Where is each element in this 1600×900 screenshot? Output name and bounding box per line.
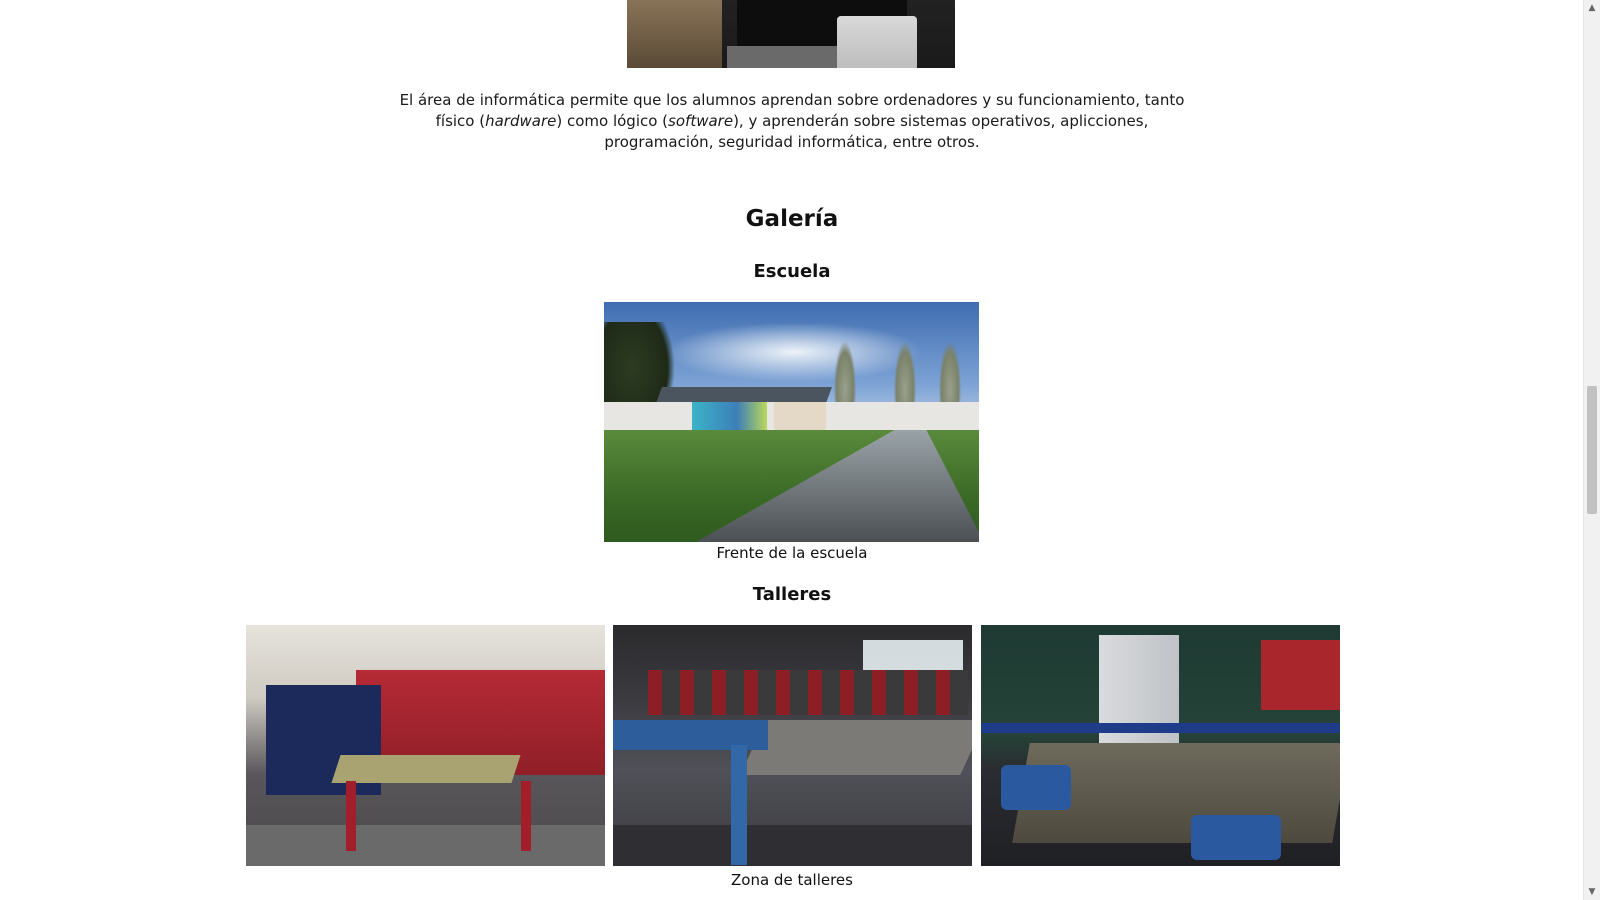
- informatica-room-photo: [627, 0, 955, 68]
- page-content: El área de informática permite que los a…: [0, 0, 1584, 900]
- gallery-title: Galería: [745, 206, 839, 232]
- scroll-down-icon[interactable]: ▼: [1584, 884, 1600, 900]
- workshop-photo-2[interactable]: [613, 625, 972, 866]
- school-front-photo[interactable]: [604, 302, 979, 542]
- scrollbar-thumb[interactable]: [1587, 386, 1597, 514]
- intro-hardware-term: hardware: [485, 112, 557, 130]
- workshop-photo-3[interactable]: [981, 625, 1340, 866]
- intro-text: ) como lógico (: [556, 112, 669, 130]
- informatica-description: El área de informática permite que los a…: [380, 90, 1204, 153]
- intro-software-term: software: [668, 112, 734, 130]
- talleres-heading: Talleres: [752, 584, 832, 605]
- vertical-scrollbar[interactable]: ▲ ▼: [1583, 0, 1600, 900]
- talleres-caption: Zona de talleres: [731, 871, 853, 889]
- escuela-heading: Escuela: [753, 261, 831, 282]
- escuela-caption: Frente de la escuela: [716, 544, 868, 562]
- workshop-photo-1[interactable]: [246, 625, 605, 866]
- scroll-up-icon[interactable]: ▲: [1584, 0, 1600, 16]
